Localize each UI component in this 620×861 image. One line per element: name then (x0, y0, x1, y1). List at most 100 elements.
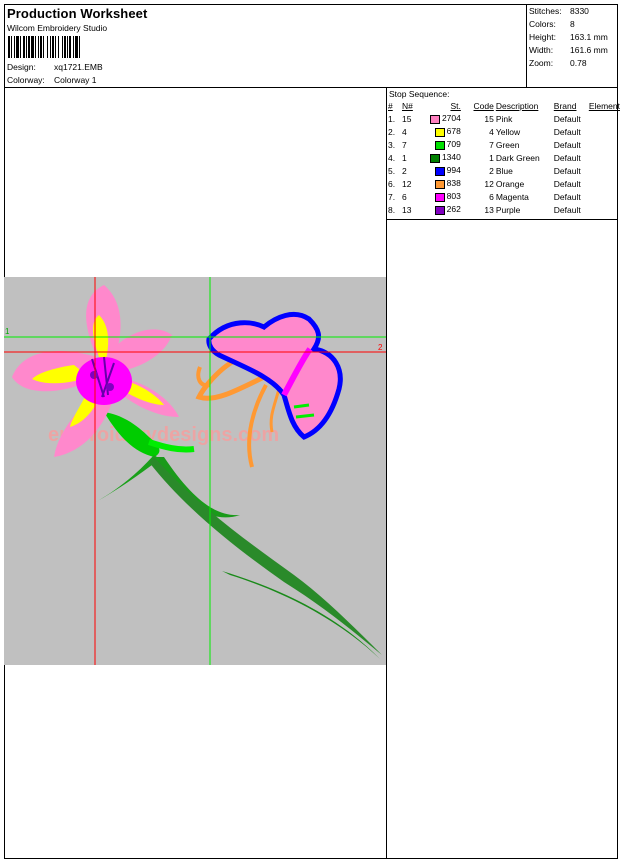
row-needle: 2 (401, 165, 407, 176)
barcode-bar (55, 36, 56, 58)
row-description: Yellow (495, 126, 521, 137)
row-stitches: 678 (430, 125, 461, 138)
stop-sequence-table: # N# St. Code Description Brand Element … (386, 100, 620, 216)
sequence-bottom-divider (386, 219, 618, 220)
barcode-bar (16, 36, 19, 58)
stat-height-value: 163.1 mm (570, 32, 608, 42)
row-needle: 7 (401, 139, 407, 150)
color-swatch (434, 205, 445, 215)
row-stitches: 2704 (429, 112, 461, 125)
row-code: 15 (484, 113, 494, 124)
barcode-bar (14, 36, 15, 58)
row-brand: Default (553, 178, 581, 189)
table-header-row: # N# St. Code Description Brand Element (386, 100, 620, 112)
row-code: 13 (484, 204, 494, 215)
row-code: 1 (489, 152, 494, 163)
color-swatch (434, 192, 445, 202)
stitch-count: 2704 (441, 113, 461, 124)
barcode-bar (8, 36, 10, 58)
col-needle: N# (401, 101, 413, 111)
stitch-count: 709 (446, 139, 461, 150)
design-label: Design: (7, 62, 36, 72)
row-needle: 1 (401, 152, 407, 163)
colorway-value: Colorway 1 (54, 75, 97, 85)
barcode-bar (62, 36, 63, 58)
row-needle: 12 (401, 178, 412, 189)
stitch-count: 838 (446, 178, 461, 189)
col-element: Element (588, 101, 620, 111)
row-stitches: 803 (430, 190, 461, 203)
col-description: Description (495, 101, 539, 111)
worksheet-title: Production Worksheet (7, 6, 148, 21)
color-swatch (429, 114, 440, 124)
embroidery-design: embroiderydesigns.com 1 2 (4, 277, 386, 665)
row-element (589, 112, 620, 125)
stitch-count: 262 (446, 204, 461, 215)
row-element (589, 125, 620, 138)
col-brand: Brand (553, 101, 577, 111)
row-element (589, 203, 620, 216)
row-index: 2. (388, 126, 396, 137)
barcode-bar (35, 36, 36, 58)
table-row: 1. 15 2704 15 Pink Default (386, 112, 620, 125)
barcode (8, 36, 80, 58)
row-needle: 4 (401, 126, 407, 137)
row-brand: Default (553, 204, 581, 215)
barcode-bar (79, 36, 80, 58)
row-description: Dark Green (495, 152, 540, 163)
row-index: 6. (388, 178, 396, 189)
barcode-bar (20, 36, 21, 58)
row-description: Blue (495, 165, 513, 176)
colorway-label: Colorway: (7, 75, 45, 85)
row-description: Purple (495, 204, 521, 215)
header-divider (4, 87, 618, 88)
row-element (589, 164, 620, 177)
stat-zoom-value: 0.78 (570, 58, 587, 68)
row-index: 8. (388, 204, 396, 215)
stat-width-value: 161.6 mm (570, 45, 608, 55)
row-code: 12 (484, 178, 494, 189)
stat-colors-label: Colors: (529, 19, 556, 29)
color-swatch (434, 140, 445, 150)
color-swatch (434, 127, 445, 137)
table-row: 7. 6 803 6 Magenta Default (386, 190, 620, 203)
row-stitches: 262 (430, 203, 461, 216)
guide-marker-left: 1 (5, 327, 10, 336)
table-row: 2. 4 678 4 Yellow Default (386, 125, 620, 138)
row-stitches: 994 (430, 164, 461, 177)
stitch-count: 678 (446, 126, 461, 137)
color-swatch (434, 179, 445, 189)
table-row: 5. 2 994 2 Blue Default (386, 164, 620, 177)
row-needle: 13 (401, 204, 412, 215)
barcode-bar (69, 36, 71, 58)
stat-width-label: Width: (529, 45, 554, 55)
row-needle: 15 (401, 113, 412, 124)
row-index: 4. (388, 152, 396, 163)
barcode-bar (58, 36, 59, 58)
col-stitches: St. (450, 101, 461, 111)
row-element (589, 177, 620, 190)
row-brand: Default (553, 152, 581, 163)
barcode-bar (38, 36, 39, 58)
row-brand: Default (553, 113, 581, 124)
row-brand: Default (553, 191, 581, 202)
row-description: Magenta (495, 191, 529, 202)
barcode-bar (31, 36, 34, 58)
row-element (589, 151, 620, 164)
table-row: 8. 13 262 13 Purple Default (386, 203, 620, 216)
stat-zoom-label: Zoom: (529, 58, 554, 68)
stitch-count: 1340 (441, 152, 461, 163)
barcode-bar (26, 36, 27, 58)
row-index: 3. (388, 139, 396, 150)
stat-height-label: Height: (529, 32, 556, 42)
barcode-bar (52, 36, 54, 58)
col-code: Code (473, 101, 494, 111)
stat-colors-value: 8 (570, 19, 575, 29)
stop-sequence-title: Stop Sequence: (389, 89, 450, 99)
guide-marker-right: 2 (378, 343, 383, 352)
design-preview: embroiderydesigns.com 1 2 (4, 277, 386, 665)
row-code: 6 (489, 191, 494, 202)
barcode-bar (47, 36, 48, 58)
barcode-bar (28, 36, 30, 58)
table-row: 3. 7 709 7 Green Default (386, 138, 620, 151)
